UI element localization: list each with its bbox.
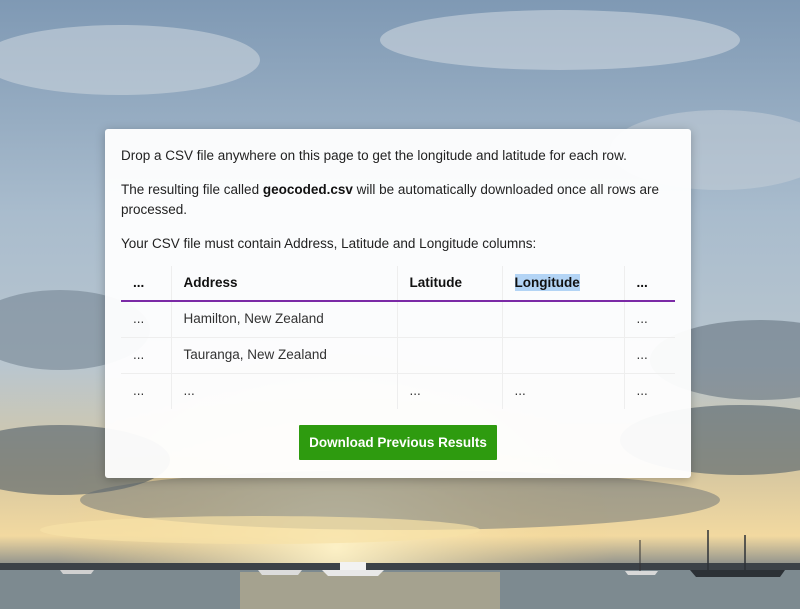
table-cell: ...	[636, 383, 648, 399]
table-cell: ...	[121, 373, 172, 409]
table-cell: ...	[121, 337, 172, 374]
actions-bar: Download Previous Results	[121, 425, 675, 460]
column-header-ellipsis-right: ...	[624, 266, 675, 302]
table-cell-longitude: ...	[502, 373, 625, 409]
table-row: ... Hamilton, New Zealand ...	[121, 301, 675, 338]
download-previous-results-button[interactable]: Download Previous Results	[299, 425, 497, 460]
table-header-row: ... Address Latitude Longitude ...	[121, 266, 675, 302]
column-header-address: Address	[171, 266, 398, 302]
table-cell: ...	[121, 301, 172, 338]
table-cell: ...	[624, 337, 675, 374]
table-cell: ...	[624, 301, 675, 338]
output-file-prefix: The resulting file called	[121, 182, 263, 197]
output-filename: geocoded.csv	[262, 182, 353, 197]
intro-text: Drop a CSV file anywhere on this page to…	[121, 148, 627, 163]
sample-csv-table: ... Address Latitude Longitude ... ... H…	[121, 266, 675, 409]
column-header-latitude: Latitude	[397, 266, 503, 302]
requirements-text: Your CSV file must contain Address, Lati…	[121, 236, 537, 251]
column-header-ellipsis-left: ...	[121, 266, 172, 302]
table-cell-latitude	[397, 337, 503, 374]
table-cell-latitude: ...	[397, 373, 503, 409]
table-cell-longitude	[502, 301, 625, 338]
output-file-text: The resulting file called geocoded.csv w…	[121, 180, 675, 220]
table-row: ... Tauranga, New Zealand ...	[121, 337, 675, 374]
column-header-longitude: Longitude	[502, 266, 625, 302]
table-cell-latitude	[397, 301, 503, 338]
table-cell-address: ...	[171, 373, 398, 409]
table-row: ... ... ... ... ...	[121, 373, 675, 409]
table-cell-address: Hamilton, New Zealand	[171, 301, 398, 338]
table-cell-address: Tauranga, New Zealand	[171, 337, 398, 374]
table-cell-longitude	[502, 337, 625, 374]
longitude-selected-text: Longitude	[514, 274, 580, 291]
geocoder-panel: Drop a CSV file anywhere on this page to…	[105, 129, 691, 478]
